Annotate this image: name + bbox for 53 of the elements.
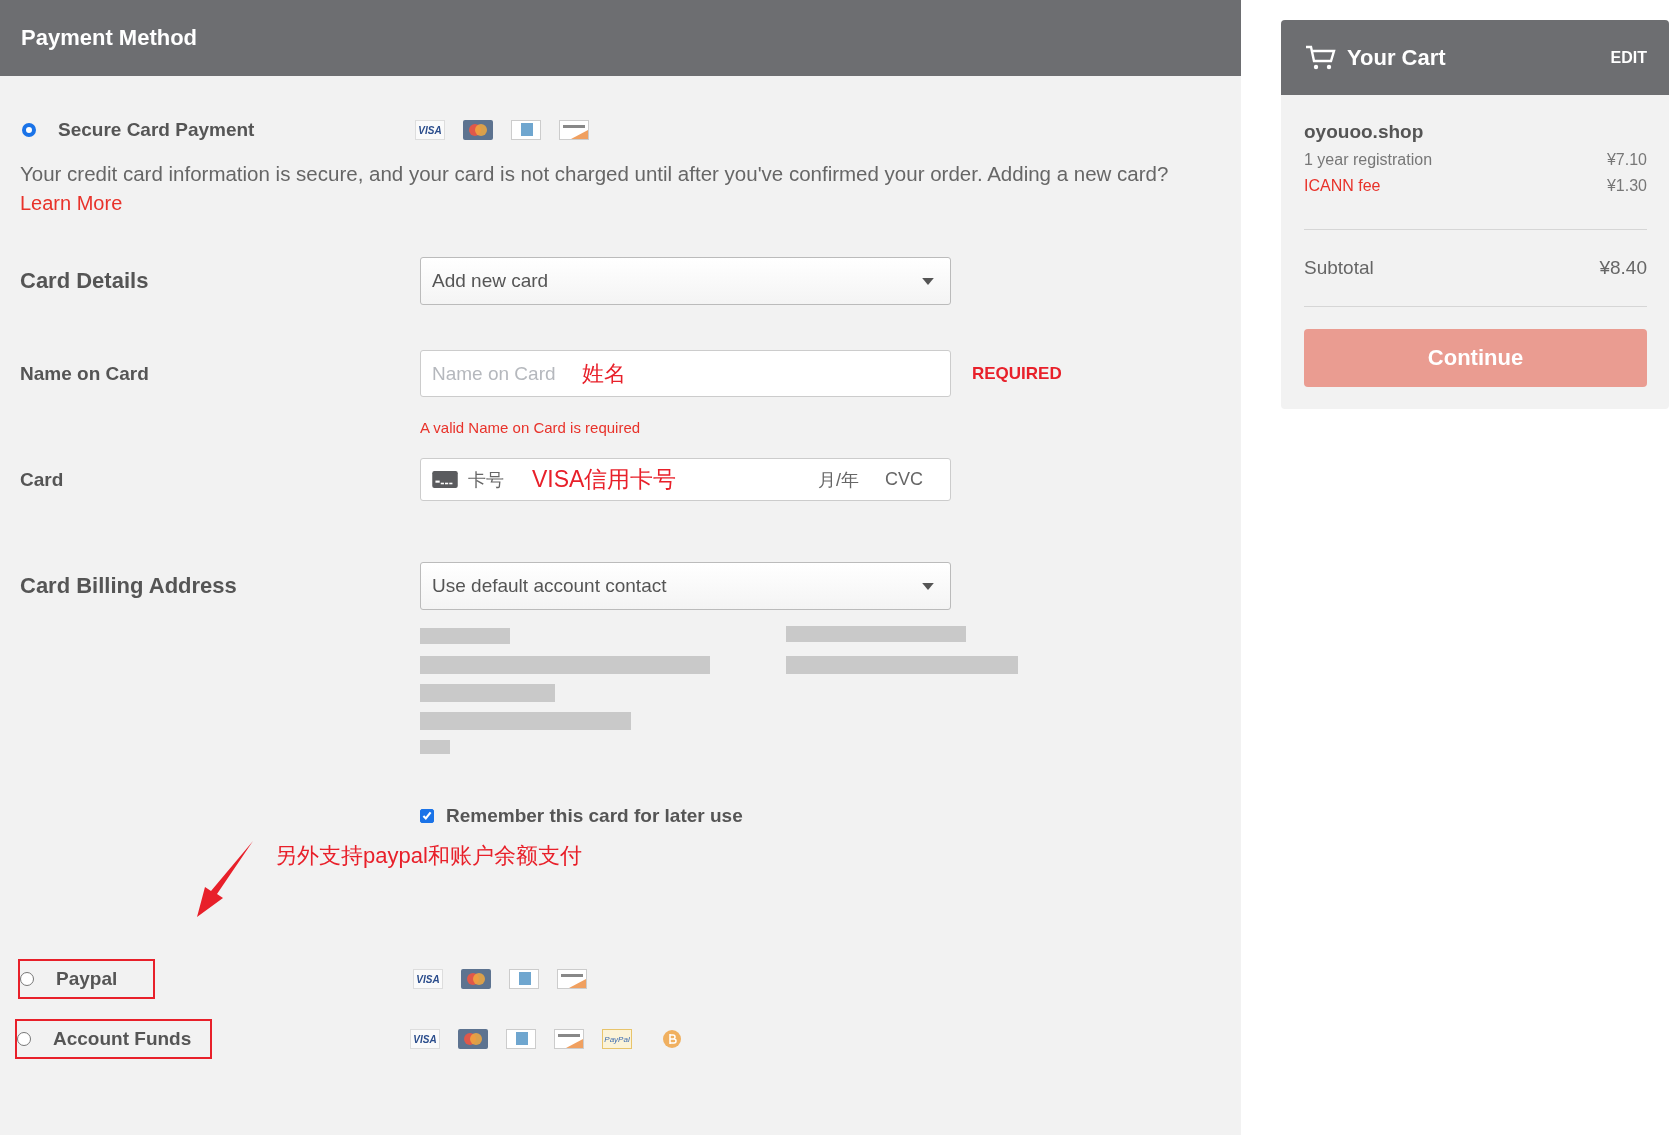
card-input-field[interactable]: 卡号 VISA信用卡号 月/年 CVC (420, 458, 951, 501)
cart-title: Your Cart (1347, 44, 1446, 71)
card-logo-icon (509, 969, 539, 989)
expiry-placeholder: 月/年 (817, 468, 859, 492)
card-logo-icon (511, 120, 541, 140)
learn-more-link[interactable]: Learn More (20, 192, 123, 215)
subtotal-label: Subtotal (1304, 257, 1374, 279)
address-select[interactable]: Use default account contact (420, 562, 951, 610)
card-logo: VISA (415, 120, 445, 140)
line-label: 1 year registration (1304, 151, 1433, 169)
required-label: REQUIRED (972, 363, 1062, 384)
radio-button[interactable] (20, 972, 34, 986)
card-logo-icon (557, 969, 587, 989)
checkbox[interactable] (420, 809, 434, 823)
card-logo-icon (461, 969, 491, 989)
line-price: ¥1.30 (1606, 177, 1647, 195)
caret-icon (922, 277, 934, 285)
card-logo: VISA (413, 969, 443, 989)
cart-icon (1305, 44, 1337, 71)
radio-button[interactable] (17, 1032, 31, 1046)
radio-button[interactable] (22, 123, 36, 137)
card-logo-icon (506, 1029, 536, 1049)
coin-icon (662, 1029, 682, 1049)
annotation-text: 姓名 (581, 359, 626, 388)
edit-link[interactable]: EDIT (1610, 48, 1647, 67)
field-label: Card Billing Address (20, 573, 238, 599)
name-input-field[interactable]: Name on Card 姓名 (420, 350, 951, 397)
card-select[interactable]: Add new card (420, 257, 951, 305)
field-label: Name on Card (20, 362, 150, 385)
card-logo: VISA (410, 1029, 440, 1049)
error-message: A valid Name on Card is required (420, 419, 641, 436)
line-price: ¥7.10 (1606, 151, 1647, 169)
fee-link[interactable]: ICANN fee (1304, 177, 1381, 195)
card-logo-icon (458, 1029, 488, 1049)
checkbox-label: Remember this card for later use (446, 805, 743, 827)
field-label: Card (20, 468, 65, 491)
panel-title: Payment Method (21, 25, 198, 51)
card-logo-icon (559, 120, 589, 140)
domain-name: oyouoo.shop (1304, 121, 1425, 143)
option-label: Secure Card Payment (58, 119, 255, 141)
annotation-text: 另外支持paypal和账户余额支付 (275, 842, 582, 870)
card-logo: PayPal (602, 1029, 632, 1049)
card-logo-icon (554, 1029, 584, 1049)
field-label: Card Details (20, 268, 150, 294)
subtotal-value: ¥8.40 (1599, 257, 1647, 279)
option-label: Account Funds (53, 1028, 192, 1050)
caret-icon (922, 582, 934, 590)
card-logo-icon (463, 120, 493, 140)
security-description: Your credit card information is secure, and your card is not charged until after you've confirmed your order. Adding a new card? (20, 162, 1169, 186)
credit-card-icon (432, 471, 458, 488)
annotation-text: VISA信用卡号 (532, 465, 677, 494)
option-label: Paypal (56, 968, 118, 990)
cvc-placeholder: CVC (885, 469, 923, 490)
